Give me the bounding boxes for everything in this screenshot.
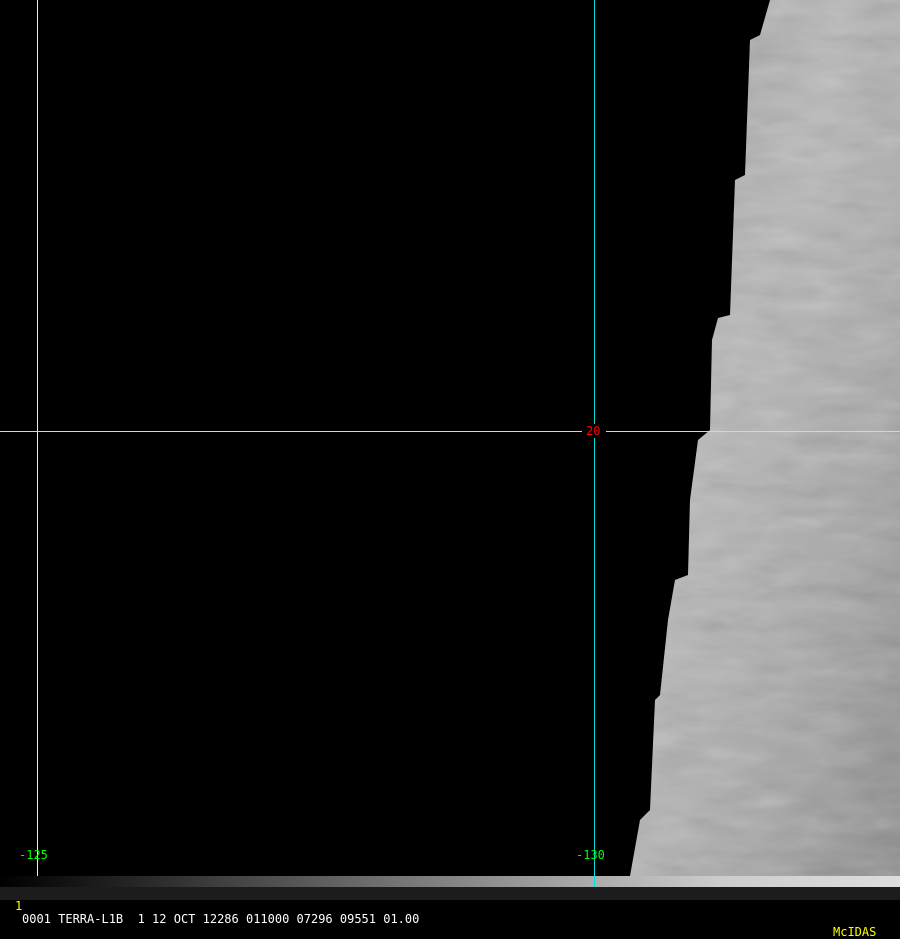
lon-label-130: -130 [576, 848, 605, 862]
lat-label-20: 20 [586, 424, 601, 438]
status-bar: 1 0001 TERRA-L1B 1 12 OCT 12286 011000 0… [0, 887, 900, 939]
mcidas-brand: McIDAS [833, 925, 877, 939]
image-info: 0001 TERRA-L1B 1 12 OCT 12286 011000 072… [22, 912, 420, 926]
grayscale-colorbar [0, 876, 900, 887]
frame-number: 1 [15, 899, 23, 913]
satellite-image [0, 0, 900, 876]
lon-label-125: -125 [19, 848, 48, 862]
cloud-field [630, 0, 900, 876]
